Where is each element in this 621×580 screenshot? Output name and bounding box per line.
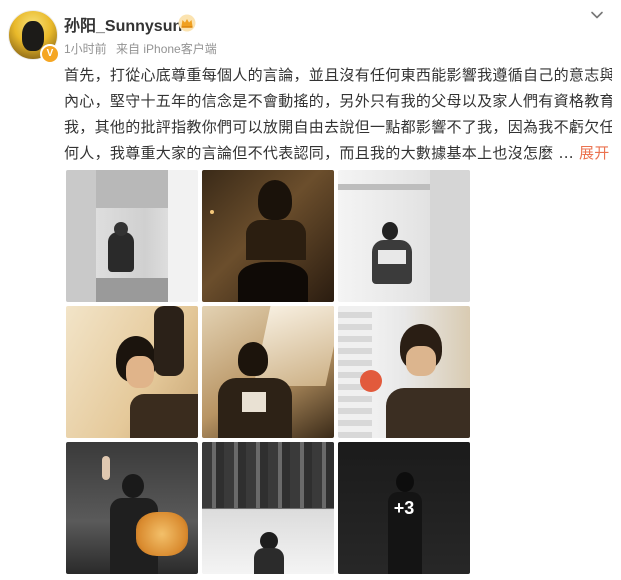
post-time[interactable]: 1小时前 — [64, 42, 107, 56]
avatar-figure — [22, 21, 44, 51]
post-line: 首先，打從心底尊重每個人的言論，並且沒有任何東西能影響我遵循自己的意志與 — [64, 66, 612, 84]
image-shape — [238, 342, 268, 376]
chevron-down-icon[interactable] — [588, 6, 606, 24]
post-source: 来自 iPhone客户端 — [116, 42, 217, 56]
verified-badge-icon: V — [40, 44, 60, 64]
post-text: 首先，打從心底尊重每個人的言論，並且沒有任何東西能影響我遵循自己的意志與 內心，… — [64, 62, 612, 166]
image-shape — [96, 278, 168, 302]
post-image-3[interactable] — [338, 170, 470, 302]
image-shape — [360, 370, 382, 392]
post-image-4[interactable] — [66, 306, 198, 438]
image-shape — [96, 170, 168, 208]
image-shape — [154, 306, 184, 376]
image-shape — [430, 170, 470, 302]
post-image-8[interactable] — [202, 442, 334, 574]
image-shape — [136, 512, 188, 556]
image-shape — [378, 250, 406, 264]
expand-link[interactable]: 展开 — [579, 144, 610, 162]
post-line-last: 何人，我尊重大家的言論但不代表認同，而且我的大數據基本上也沒怎麼 ... 展开 — [64, 140, 612, 166]
image-shape — [253, 306, 334, 386]
image-shape — [130, 394, 198, 438]
image-shape — [108, 232, 134, 272]
image-shape — [202, 442, 334, 508]
image-shape — [210, 210, 214, 214]
image-shape — [406, 346, 436, 376]
post-image-7[interactable] — [66, 442, 198, 574]
image-shape — [246, 220, 306, 260]
image-shape — [258, 180, 292, 220]
image-shape — [122, 474, 144, 498]
post-image-6[interactable] — [338, 306, 470, 438]
post-line: 內心，堅守十五年的信念是不會動搖的，另外只有我的父母以及家人們有資格教育 — [64, 92, 612, 110]
crown-icon[interactable] — [178, 14, 196, 32]
image-shape — [242, 392, 266, 412]
image-grid: +3 — [66, 170, 470, 578]
post-image-9[interactable]: +3 — [338, 442, 470, 574]
post-meta: 1小时前 来自 iPhone客户端 — [64, 40, 217, 57]
image-shape — [386, 388, 470, 438]
image-shape — [114, 222, 128, 236]
image-shape — [102, 456, 110, 480]
image-shape — [126, 356, 154, 388]
post-line: 我，其他的批評指教你們可以放開自由去說但一點都影響不了我，因為我不虧欠任 — [64, 118, 612, 136]
author-name[interactable]: 孙阳_Sunnysun — [64, 12, 182, 36]
image-shape — [168, 170, 198, 302]
image-shape — [254, 548, 284, 574]
image-shape — [382, 222, 398, 240]
image-shape — [66, 170, 96, 302]
post-image-1[interactable] — [66, 170, 198, 302]
post-image-5[interactable] — [202, 306, 334, 438]
post-line-text: 何人，我尊重大家的言論但不代表認同，而且我的大數據基本上也沒怎麼 ... — [64, 144, 574, 162]
post-image-2[interactable] — [202, 170, 334, 302]
more-images-overlay[interactable]: +3 — [338, 442, 470, 574]
image-shape — [238, 262, 308, 302]
